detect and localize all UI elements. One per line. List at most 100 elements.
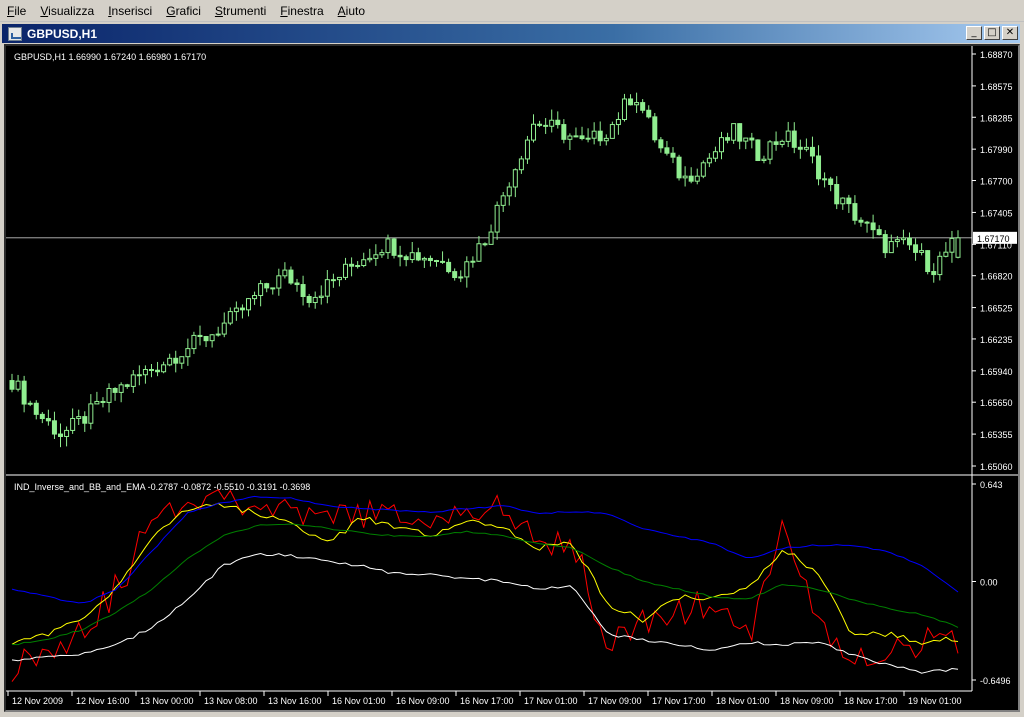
candle-body [524, 139, 530, 160]
candle-body [306, 296, 312, 304]
candle-body [561, 124, 567, 140]
chart-canvas[interactable]: GBPUSD,H1 1.66990 1.67240 1.66980 1.6717… [6, 46, 1018, 710]
candle-body [876, 229, 882, 236]
menu-strumenti[interactable]: Strumenti [208, 1, 273, 21]
candle-body [925, 250, 931, 273]
candle-body [737, 123, 743, 142]
price-tick-label: 1.66235 [980, 335, 1013, 345]
candle-body [549, 119, 555, 127]
indicator-header: IND_Inverse_and_BB_and_EMA -0.2787 -0.08… [14, 482, 310, 492]
candle-body [179, 356, 185, 364]
candle-body [458, 276, 464, 279]
candle-body [900, 237, 906, 241]
candle-body [361, 259, 367, 267]
chart-window-title: GBPUSD,H1 [27, 26, 98, 41]
menu-grafici[interactable]: Grafici [159, 1, 208, 21]
candle-body [688, 175, 694, 182]
candle-body [682, 175, 688, 179]
close-button[interactable]: ✕ [1002, 26, 1018, 40]
candle-body [264, 283, 270, 289]
candle-body [719, 137, 724, 153]
time-tick-label: 17 Nov 09:00 [588, 696, 642, 706]
menu-aiuto[interactable]: Aiuto [331, 1, 372, 21]
minimize-button[interactable]: _ [966, 26, 982, 40]
candle-body [142, 368, 148, 376]
candle-body [452, 271, 458, 279]
candle-body [882, 234, 888, 254]
candle-body [676, 156, 682, 179]
candle-body [476, 243, 482, 262]
candle-body [209, 334, 215, 342]
candle-body [828, 178, 834, 185]
menu-visualizza[interactable]: Visualizza [33, 1, 101, 21]
price-tick-label: 1.65060 [980, 462, 1013, 472]
candle-body [433, 260, 439, 263]
candle-body [749, 137, 755, 141]
candle-body [300, 284, 306, 298]
candle-body [440, 260, 446, 263]
indicator-tick-label: 0.643 [980, 480, 1003, 490]
candle-body [294, 282, 300, 286]
candle-body [779, 140, 785, 145]
time-tick-label: 18 Nov 09:00 [780, 696, 834, 706]
candle-body [712, 151, 718, 159]
candle-body [343, 263, 349, 278]
price-tick-label: 1.68575 [980, 82, 1013, 92]
candle-body [840, 197, 846, 205]
price-tick-label: 1.65355 [980, 430, 1013, 440]
candle-body [51, 420, 57, 435]
restore-button[interactable]: □ [984, 26, 1000, 40]
candle-body [603, 137, 609, 142]
candle-body [834, 183, 840, 205]
menu-file[interactable]: File [0, 1, 33, 21]
candle-body [894, 239, 900, 243]
candle-body [330, 279, 336, 282]
price-tick-label: 1.66525 [980, 304, 1013, 314]
candle-body [597, 130, 603, 142]
candle-body [482, 243, 488, 246]
candle-body [506, 186, 512, 197]
candle-body [846, 197, 852, 205]
white-lower-band-line [11, 552, 959, 674]
main-price-pane[interactable]: GBPUSD,H1 1.66990 1.67240 1.66980 1.6717… [6, 52, 972, 448]
time-tick-label: 16 Nov 09:00 [396, 696, 450, 706]
chart-window-titlebar[interactable]: GBPUSD,H1 _ □ ✕ [2, 24, 1020, 43]
menu-finestra[interactable]: Finestra [273, 1, 330, 21]
yellow-ema-line [11, 502, 959, 645]
candle-body [76, 416, 82, 419]
candle-body [427, 257, 433, 262]
candle-body [421, 257, 427, 261]
candle-body [324, 279, 330, 297]
candle-body [858, 219, 864, 223]
candle-body [33, 402, 39, 415]
menubar: File Visualizza Inserisci Grafici Strumenti F… [0, 0, 1024, 22]
candle-body [852, 203, 858, 221]
candle-body [252, 295, 258, 300]
candle-body [955, 237, 961, 258]
candle-body [725, 137, 731, 141]
candle-body [919, 250, 925, 253]
candle-body [288, 269, 294, 284]
price-tick-label: 1.66820 [980, 272, 1013, 282]
candle-body [864, 221, 870, 224]
candle-body [258, 283, 264, 297]
indicator-pane[interactable]: IND_Inverse_and_BB_and_EMA -0.2787 -0.08… [11, 482, 959, 682]
time-tick-label: 18 Nov 01:00 [716, 696, 770, 706]
candle-body [9, 380, 15, 390]
candle-body [937, 255, 943, 276]
candle-body [567, 135, 573, 140]
candle-body [464, 261, 470, 278]
candle-body [646, 109, 652, 118]
candle-body [785, 130, 791, 142]
candle-body [803, 146, 809, 150]
candle-body [809, 146, 815, 157]
candle-body [585, 137, 591, 140]
candle-body [791, 130, 797, 148]
main-chart-header: GBPUSD,H1 1.66990 1.67240 1.66980 1.6717… [14, 52, 206, 62]
chart-area[interactable]: GBPUSD,H1 1.66990 1.67240 1.66980 1.6717… [4, 44, 1020, 712]
candle-body [215, 333, 221, 336]
candle-body [913, 244, 919, 253]
candle-body [167, 357, 173, 366]
time-tick-label: 12 Nov 16:00 [76, 696, 130, 706]
menu-inserisci[interactable]: Inserisci [101, 1, 159, 21]
